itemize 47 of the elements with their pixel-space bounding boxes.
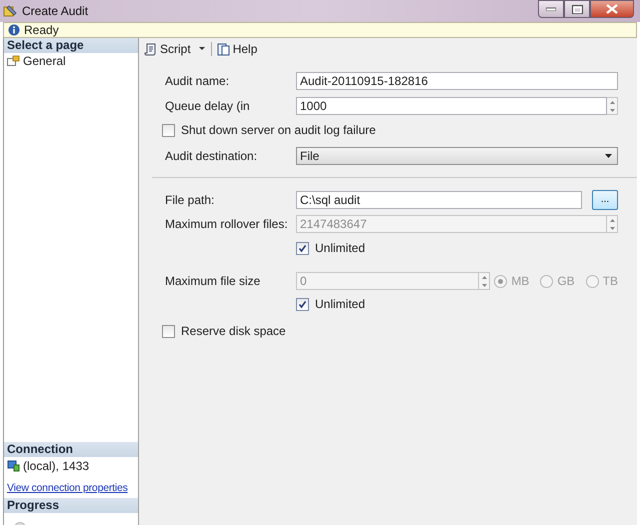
checkbox-label: Reserve disk space <box>181 324 286 338</box>
checkbox-label: Unlimited <box>315 241 366 255</box>
info-icon <box>8 24 20 36</box>
app-icon <box>3 4 17 18</box>
spin-buttons[interactable] <box>607 97 618 115</box>
field-label: Audit destination: <box>164 149 258 163</box>
maximize-icon <box>572 4 582 14</box>
text-field[interactable]: Audit-20110915-182816 <box>296 72 618 90</box>
close-icon <box>606 4 618 14</box>
caret-icon <box>198 47 206 51</box>
section-header: Select a page <box>4 38 138 53</box>
connection-text: (local), 1433 <box>23 459 90 473</box>
checkbox-label: Unlimited <box>315 297 366 311</box>
checkbox-label: Shut down server on audit log failure <box>181 123 376 137</box>
destination-dropdown[interactable]: File <box>296 147 618 165</box>
checkbox[interactable] <box>162 324 175 338</box>
book-icon <box>216 42 230 56</box>
radio-label: MB <box>511 274 530 288</box>
minimize-button[interactable] <box>538 0 564 18</box>
server-icon <box>7 460 20 472</box>
field-label: Queue delay (in <box>164 99 251 113</box>
radio-label: GB <box>557 274 575 288</box>
field-label: Audit name: <box>164 74 230 88</box>
minimize-icon <box>546 7 556 11</box>
number-field[interactable]: 1000 <box>296 97 607 115</box>
maximize-button[interactable] <box>564 0 590 18</box>
status-text: Ready <box>24 23 59 37</box>
text-field[interactable]: C:\sql audit <box>296 191 582 209</box>
field-label: File path: <box>164 193 216 207</box>
script-button[interactable]: Script <box>142 42 208 56</box>
spin-buttons[interactable] <box>479 272 490 290</box>
connection-link[interactable]: View connection properties <box>4 480 138 496</box>
page-item[interactable]: General <box>4 53 138 68</box>
scroll-icon <box>144 42 157 56</box>
page-icon <box>7 55 20 66</box>
section-header: Progress <box>4 498 138 513</box>
window-title: Create Audit <box>22 4 88 18</box>
field-label: Maximum rollover files: <box>164 217 289 231</box>
field-label: Maximum file size <box>164 274 262 288</box>
caret-icon <box>605 154 612 158</box>
radio-label: TB <box>602 274 618 288</box>
help-button[interactable]: Help <box>214 42 260 56</box>
close-button[interactable] <box>590 0 634 18</box>
spin-buttons[interactable] <box>607 215 618 233</box>
checkbox[interactable] <box>162 124 175 136</box>
section-header: Connection <box>4 442 138 457</box>
browse-button[interactable]: ... <box>592 190 618 210</box>
